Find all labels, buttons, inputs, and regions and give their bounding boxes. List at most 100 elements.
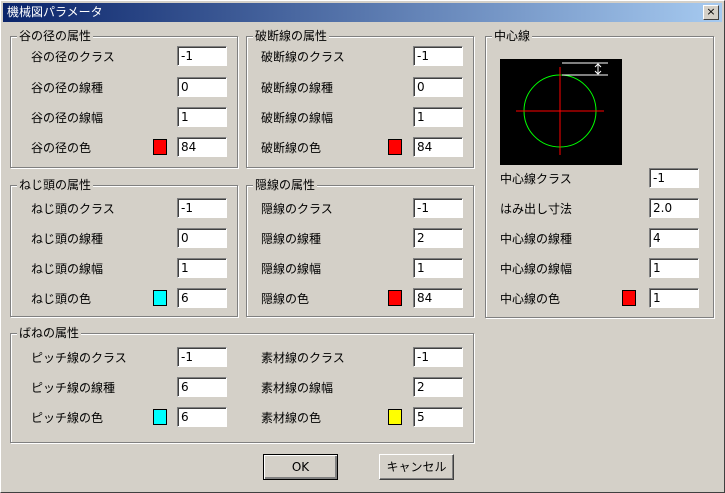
field-label: 谷の径の線種 <box>31 81 104 95</box>
screw-linewidth-input[interactable] <box>177 258 227 278</box>
field-label: 破断線の線幅 <box>261 111 334 125</box>
center-line-preview-drawing <box>516 62 608 155</box>
field-label: 破断線のクラス <box>261 50 345 64</box>
root-diameter-group: 谷の径の属性 谷の径のクラス 谷の径の線種 谷の径の線幅 谷の径の色 <box>10 29 238 168</box>
cancel-button[interactable]: キャンセル <box>379 454 454 480</box>
field-row: 谷の径の線種 <box>11 77 237 99</box>
pitch-color-input[interactable] <box>177 407 227 427</box>
field-row: 中心線の線幅 <box>486 258 713 280</box>
field-row: はみ出し寸法 <box>486 198 713 220</box>
field-label: はみ出し寸法 <box>500 202 573 216</box>
color-swatch[interactable] <box>153 139 167 155</box>
hidden-color-input[interactable] <box>413 288 463 308</box>
field-label: 谷の径の色 <box>31 141 92 155</box>
field-label: 中心線の色 <box>500 292 561 306</box>
field-label: 中心線クラス <box>500 172 572 186</box>
field-row: ねじ頭の色 <box>11 288 237 310</box>
break-linetype-input[interactable] <box>413 77 463 97</box>
field-label: 中心線の線種 <box>500 232 573 246</box>
title-bar[interactable]: 機械図パラメータ × <box>3 3 722 22</box>
screw-linetype-input[interactable] <box>177 228 227 248</box>
field-row: 中心線クラス <box>486 168 713 190</box>
field-row: 谷の径の色 <box>11 137 237 159</box>
center-color-input[interactable] <box>649 288 699 308</box>
color-swatch[interactable] <box>622 290 636 306</box>
field-label: 隠線の線種 <box>261 232 322 246</box>
group-title: 中心線 <box>492 29 533 43</box>
group-title: 隠線の属性 <box>253 178 318 192</box>
field-row: 隠線のクラス <box>247 198 473 220</box>
root-linewidth-input[interactable] <box>177 107 227 127</box>
field-row: 中心線の線種 <box>486 228 713 250</box>
field-row: 隠線の色 <box>247 288 473 310</box>
center-line-group: 中心線 中心線クラス はみ出し寸法 中心線の線種 <box>485 29 714 318</box>
center-linetype-input[interactable] <box>649 228 699 248</box>
pitch-class-input[interactable] <box>177 347 227 367</box>
break-line-group: 破断線の属性 破断線のクラス 破断線の線種 破断線の線幅 破断線の色 <box>246 29 474 168</box>
break-color-input[interactable] <box>413 137 463 157</box>
window-title: 機械図パラメータ <box>7 5 103 19</box>
hidden-linewidth-input[interactable] <box>413 258 463 278</box>
field-row: ねじ頭のクラス <box>11 198 237 220</box>
field-label: 谷の径の線幅 <box>31 111 104 125</box>
field-label: 谷の径のクラス <box>31 50 115 64</box>
close-icon: × <box>706 5 716 18</box>
field-label: 隠線のクラス <box>261 202 333 216</box>
screw-class-input[interactable] <box>177 198 227 218</box>
break-linewidth-input[interactable] <box>413 107 463 127</box>
wire-color-input[interactable] <box>413 407 463 427</box>
root-linetype-input[interactable] <box>177 77 227 97</box>
field-row: ピッチ線の線種 素材線の線幅 <box>11 377 473 399</box>
ok-button[interactable]: OK <box>263 454 338 480</box>
field-label: 隠線の線幅 <box>261 262 322 276</box>
field-label: ピッチ線の色 <box>31 411 104 425</box>
group-title: ばねの属性 <box>17 326 82 340</box>
field-row: ピッチ線のクラス 素材線のクラス <box>11 347 473 369</box>
field-row: 谷の径のクラス <box>11 46 237 68</box>
pitch-linetype-input[interactable] <box>177 377 227 397</box>
center-line-preview <box>500 59 622 165</box>
field-row: 中心線の色 <box>486 288 713 310</box>
center-linewidth-input[interactable] <box>649 258 699 278</box>
field-row: ねじ頭の線幅 <box>11 258 237 280</box>
field-label: 中心線の線幅 <box>500 262 573 276</box>
field-label: 破断線の線種 <box>261 81 334 95</box>
color-swatch[interactable] <box>388 409 402 425</box>
color-swatch[interactable] <box>388 139 402 155</box>
field-label: ピッチ線の線種 <box>31 381 116 395</box>
color-swatch[interactable] <box>388 290 402 306</box>
overhang-input[interactable] <box>649 198 699 218</box>
screw-head-group: ねじ頭の属性 ねじ頭のクラス ねじ頭の線種 ねじ頭の線幅 ねじ頭の色 <box>10 178 238 317</box>
field-label: ねじ頭の線種 <box>31 232 104 246</box>
field-label: 素材線のクラス <box>261 351 345 365</box>
spring-group: ばねの属性 ピッチ線のクラス 素材線のクラス ピッチ線の線種 素材線の線幅 ピッ… <box>10 326 474 443</box>
field-row: 破断線の線幅 <box>247 107 473 129</box>
field-label: 素材線の線幅 <box>261 381 334 395</box>
hidden-linetype-input[interactable] <box>413 228 463 248</box>
center-class-input[interactable] <box>649 168 699 188</box>
color-swatch[interactable] <box>153 409 167 425</box>
field-label: ねじ頭の色 <box>31 292 92 306</box>
field-row: 隠線の線幅 <box>247 258 473 280</box>
field-label: 破断線の色 <box>261 141 322 155</box>
field-row: 破断線のクラス <box>247 46 473 68</box>
field-row: 破断線の色 <box>247 137 473 159</box>
field-label: ねじ頭の線幅 <box>31 262 104 276</box>
wire-class-input[interactable] <box>413 347 463 367</box>
hidden-line-group: 隠線の属性 隠線のクラス 隠線の線種 隠線の線幅 隠線の色 <box>246 178 474 317</box>
field-row: ピッチ線の色 素材線の色 <box>11 407 473 429</box>
color-swatch[interactable] <box>153 290 167 306</box>
group-title: ねじ頭の属性 <box>17 178 94 192</box>
parameter-dialog: 機械図パラメータ × 谷の径の属性 谷の径のクラス 谷の径の線種 谷の径の線幅 … <box>0 0 725 493</box>
close-button[interactable]: × <box>703 5 719 20</box>
hidden-class-input[interactable] <box>413 198 463 218</box>
root-class-input[interactable] <box>177 46 227 66</box>
root-color-input[interactable] <box>177 137 227 157</box>
wire-linewidth-input[interactable] <box>413 377 463 397</box>
field-label: 隠線の色 <box>261 292 310 306</box>
field-label: ねじ頭のクラス <box>31 202 115 216</box>
screw-color-input[interactable] <box>177 288 227 308</box>
break-class-input[interactable] <box>413 46 463 66</box>
field-row: 谷の径の線幅 <box>11 107 237 129</box>
field-label: 素材線の色 <box>261 411 322 425</box>
